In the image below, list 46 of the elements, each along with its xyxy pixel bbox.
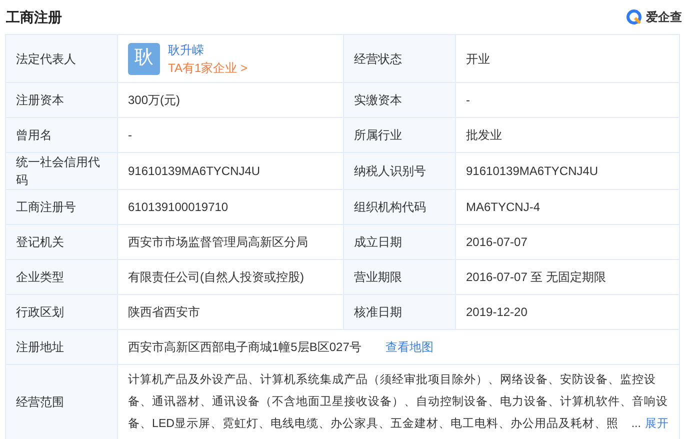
scope-text-line: 计算机产品及外设产品、计算机系统集成产品（须经审批项目除外）、网络设备、安防设备、监控设 [128,372,656,388]
brand-logo-icon [626,9,642,25]
field-value: 2016-07-07 至 无固定期限 [466,270,606,284]
field-label: 经营范围 [16,395,64,409]
field-label: 组织机构代码 [354,200,426,214]
field-value: 陕西省西安市 [128,305,200,319]
scope-text-line: 备、LED显示屏、霓虹灯、电线电缆、办公家具、五金建材、电工电料、办公用品及耗材、照 [128,416,619,432]
field-label: 曾用名 [16,128,52,142]
field-value: - [466,93,470,107]
field-value: MA6TYCNJ-4 [466,200,540,214]
scope-text-line: 备、通讯器材、通讯设备（不含地面卫星接收设备）、自动控制设备、电力设备、计算机软件、音响设 [128,394,668,410]
expand-link[interactable]: 展开 [645,413,669,435]
ellipsis-text: ... [631,416,641,432]
field-label: 行政区划 [16,305,64,319]
person-name-link[interactable]: 耿升嵘 [168,40,248,58]
field-value: 2016-07-07 [466,235,528,249]
field-value: 91610139MA6TYCNJ4U [128,164,260,178]
field-value: 300万(元) [128,93,180,107]
field-label: 核准日期 [354,305,402,319]
field-label: 纳税人识别号 [354,164,426,178]
field-value: 批发业 [466,128,502,142]
field-label: 统一社会信用代码 [16,155,100,187]
field-value: 610139100019710 [128,200,228,214]
field-label: 登记机关 [16,235,64,249]
section-title: 工商注册 [6,8,62,26]
field-value: 西安市高新区西部电子商城1幢5层B区027号 [128,340,362,354]
field-value: 91610139MA6TYCNJ4U [466,164,598,178]
field-label: 成立日期 [354,235,402,249]
field-label: 注册地址 [16,340,64,354]
field-value: 有限责任公司(自然人投资或控股) [128,270,304,284]
field-value: - [128,128,132,142]
field-label: 企业类型 [16,270,64,284]
field-label: 注册资本 [16,93,64,107]
field-label: 实缴资本 [354,93,402,107]
avatar: 耿 [128,42,160,74]
field-value: 西安市市场监督管理局高新区分局 [128,235,308,249]
view-map-link[interactable]: 查看地图 [385,340,434,354]
field-label: 所属行业 [354,128,402,142]
field-label: 经营状态 [354,52,402,66]
field-label: 法定代表人 [16,52,76,66]
field-label: 营业期限 [354,270,402,284]
brand-name: 爱企查 [646,9,682,26]
field-value: 开业 [466,52,490,66]
company-count-link[interactable]: TA有1家企业 > [168,58,248,76]
field-label: 工商注册号 [16,200,76,214]
field-value: 2019-12-20 [466,305,528,319]
